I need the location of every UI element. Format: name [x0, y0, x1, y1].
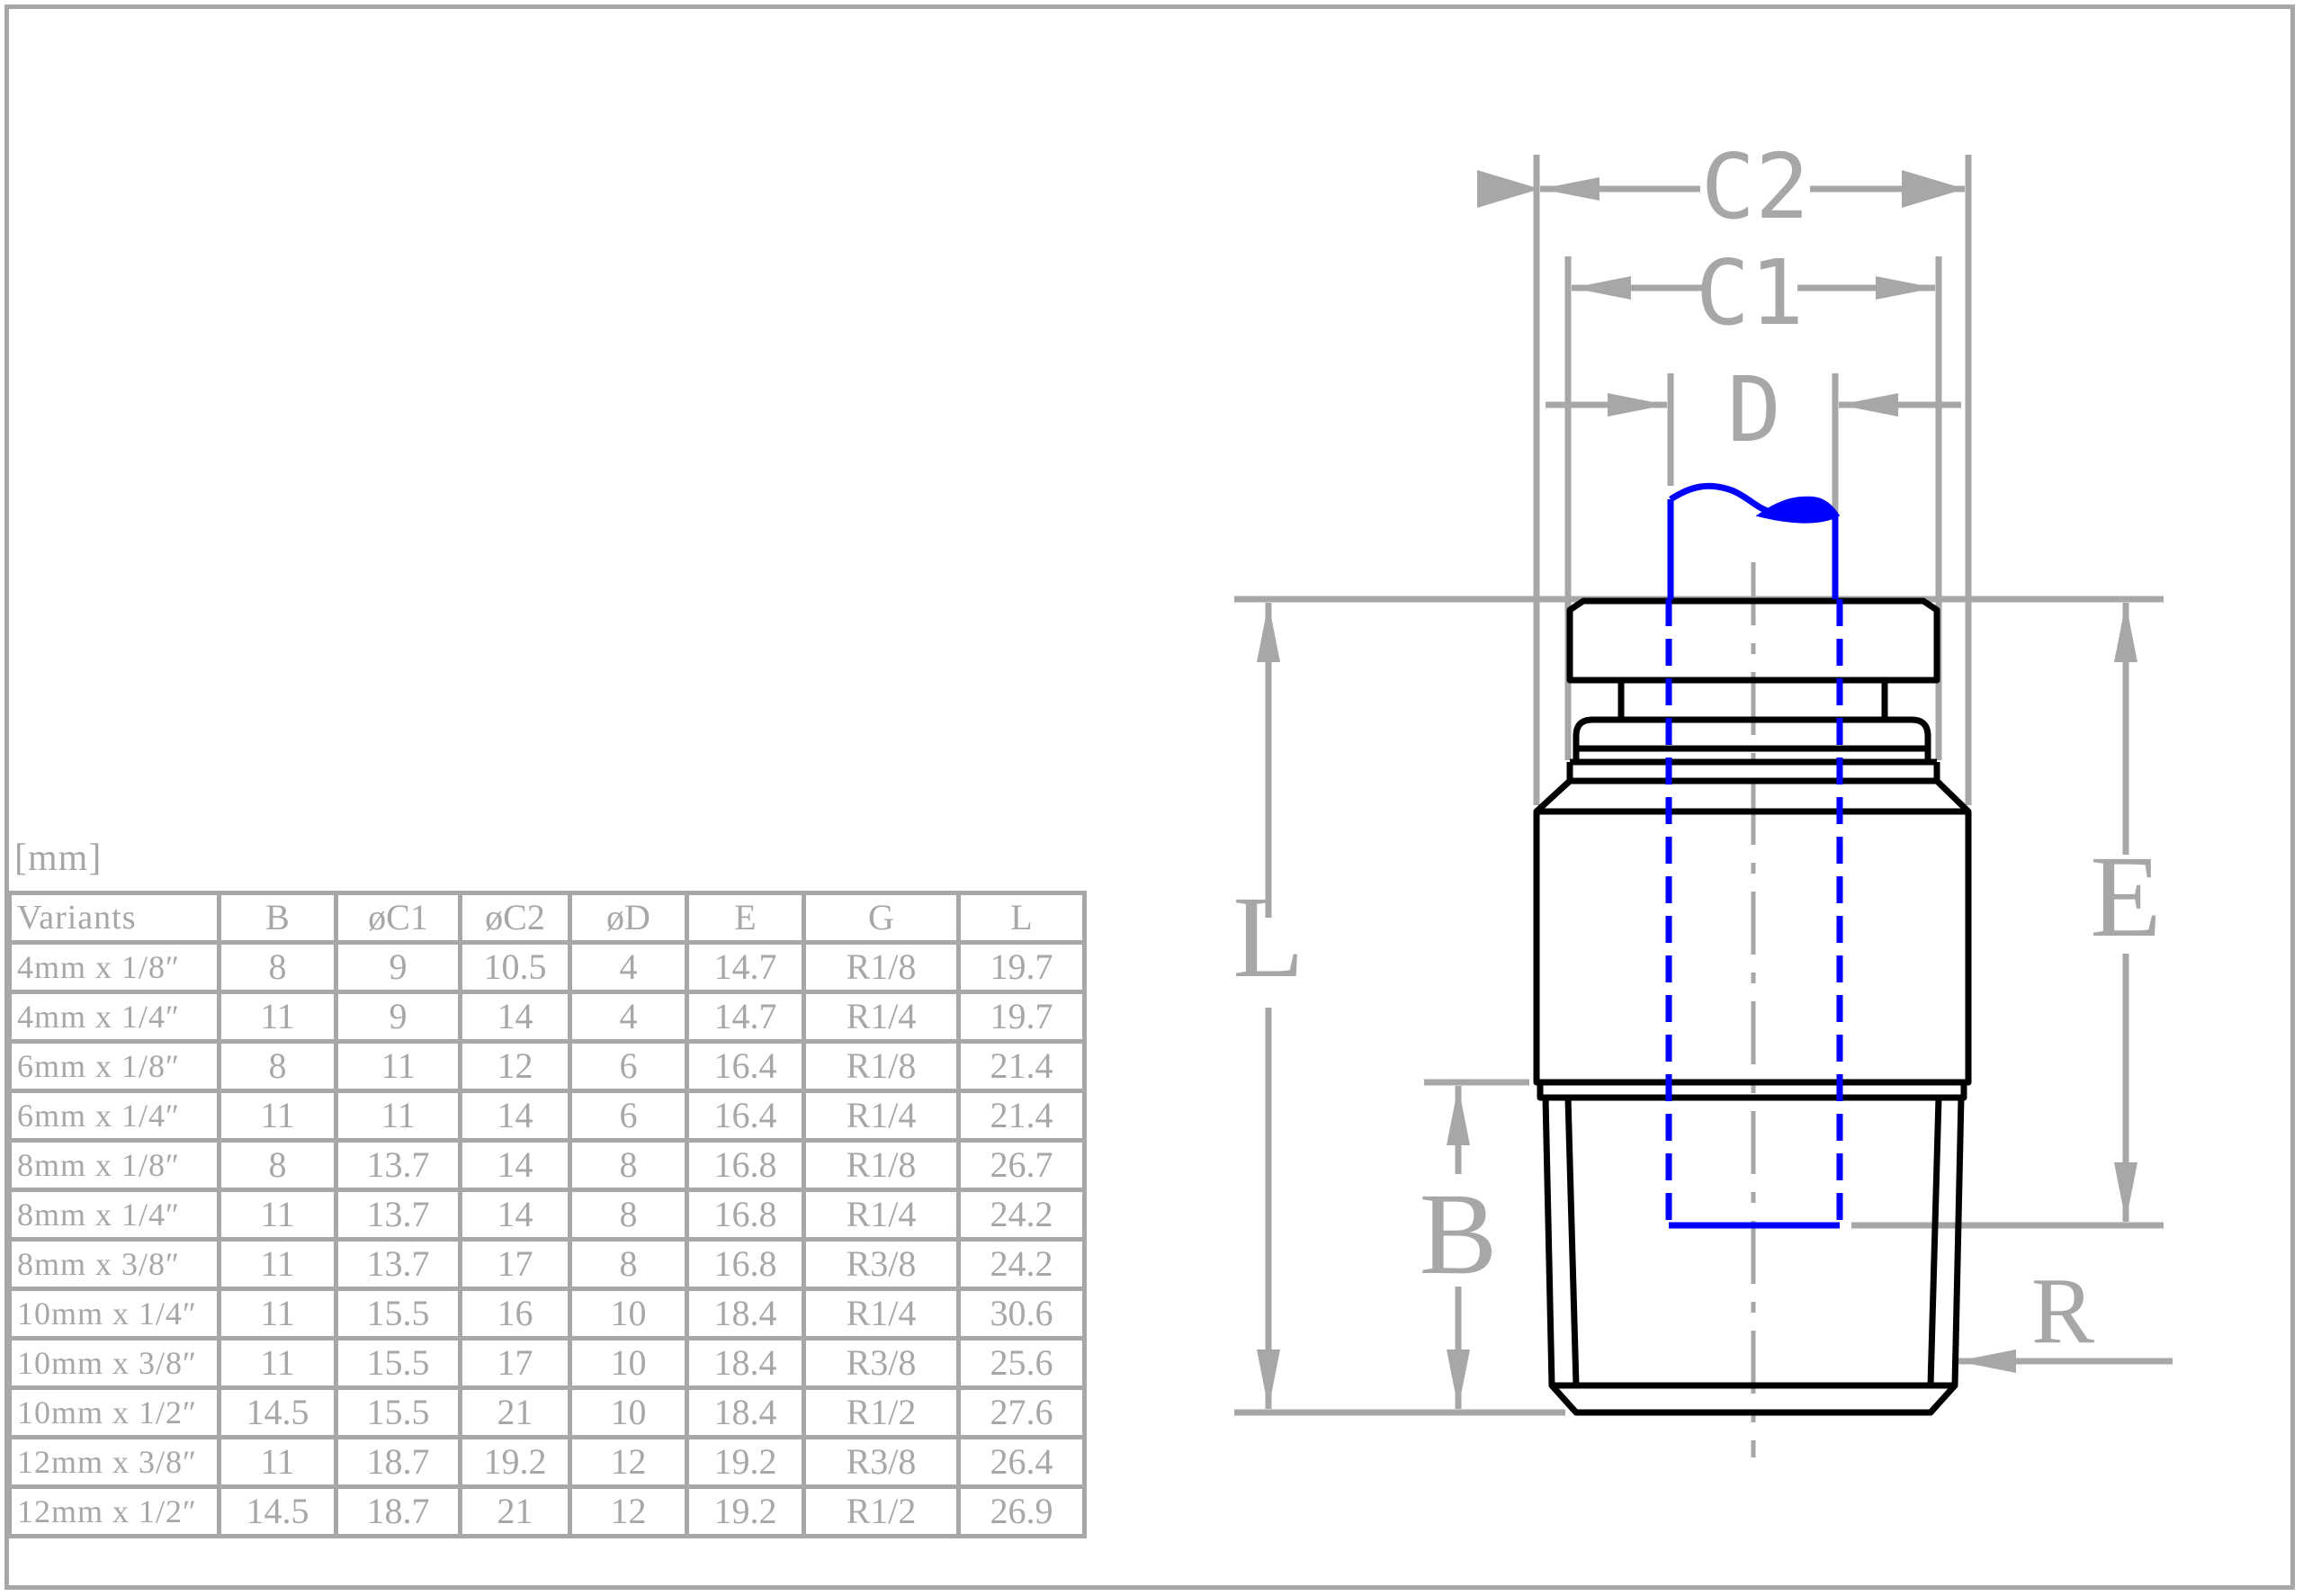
fitting-drawing: C2 C1 D L E B R: [1232, 134, 2173, 1457]
label-l: L: [1232, 873, 1304, 1002]
l-arrow-top: [1257, 603, 1280, 662]
thread-inner-left: [1564, 1097, 1580, 1386]
d-arrow-left: [1608, 393, 1667, 417]
c1-arrow-left: [1572, 276, 1631, 300]
thread-inner-right: [1927, 1097, 1942, 1386]
c1-arrow-right: [1876, 276, 1935, 300]
b-arrow-top: [1447, 1086, 1470, 1145]
l-arrow-bottom: [1257, 1349, 1280, 1409]
d-arrow-right: [1839, 393, 1898, 417]
label-c1: C1: [1696, 240, 1804, 345]
c2-arrow-left: [1540, 177, 1600, 201]
b-arrow-bottom: [1447, 1349, 1470, 1409]
tube-break-fill: [1755, 496, 1841, 524]
label-e: E: [2090, 832, 2161, 962]
label-r: R: [2031, 1258, 2094, 1363]
e-arrow-top: [2114, 603, 2137, 662]
label-c2: C2: [1701, 134, 1809, 239]
label-b: B: [1420, 1170, 1498, 1299]
r-arrow: [1957, 1349, 2016, 1373]
e-arrow-bottom: [2114, 1162, 2137, 1222]
c2-arrow-right: [1905, 177, 1965, 201]
label-d: D: [1727, 357, 1781, 462]
